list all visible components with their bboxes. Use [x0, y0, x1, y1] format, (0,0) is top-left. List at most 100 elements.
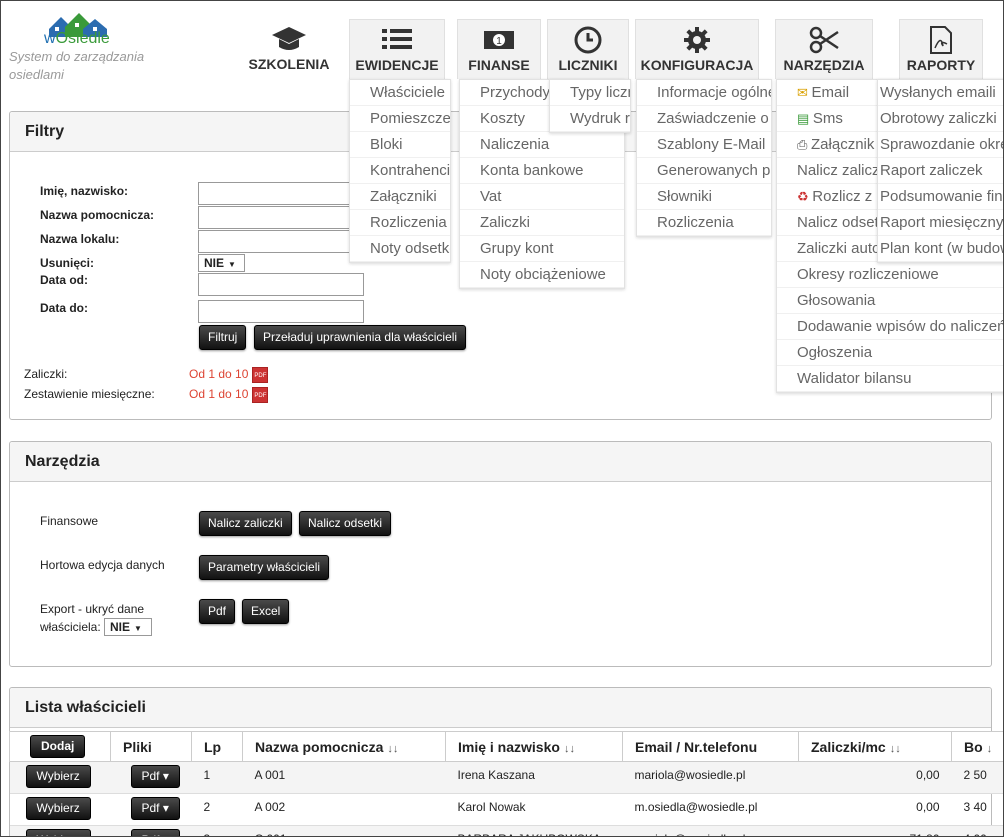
- sort-icon[interactable]: ↓↓: [564, 743, 575, 755]
- menu-item-ewidencje[interactable]: Noty odsetkowe: [350, 236, 450, 262]
- pdf-dropdown-button[interactable]: Pdf ▾: [130, 797, 180, 820]
- deleted-select[interactable]: NIE ▼: [198, 254, 245, 272]
- pdf-dropdown-button[interactable]: Pdf ▾: [130, 829, 180, 836]
- choose-button[interactable]: Wybierz: [25, 765, 91, 788]
- owners-table: Dodaj Pliki Lp Nazwa pomocnicza ↓↓ Imię i…: [9, 731, 1003, 836]
- menu-item-raporty[interactable]: Wysłanych emaili: [878, 80, 1003, 106]
- aux-name-input[interactable]: [198, 206, 364, 229]
- menu-item-label: Obrotowy zaliczki: [880, 110, 997, 127]
- name-input[interactable]: [198, 182, 364, 205]
- name-label: Imię, nazwisko:: [40, 184, 129, 198]
- nav-konfiguracja[interactable]: KONFIGURACJA: [635, 19, 759, 79]
- menu-item-raporty[interactable]: Raport miesięczny: [878, 210, 1004, 236]
- menu-item-raporty[interactable]: Raport zaliczek: [878, 158, 1003, 184]
- menu-item-finanse[interactable]: Vat: [460, 184, 624, 210]
- menu-item-narzedzia[interactable]: Walidator bilansu: [777, 366, 1003, 392]
- choose-button[interactable]: Wybierz: [25, 829, 91, 836]
- date-from-input[interactable]: [198, 273, 364, 296]
- email-cell: mariola@wosiedle.pl: [622, 825, 799, 836]
- pdf-dropdown-button[interactable]: Pdf ▾: [130, 765, 180, 788]
- menu-item-narzedzia[interactable]: Okresy rozliczeniowe: [777, 262, 1003, 288]
- nav-narzedzia[interactable]: NARZĘDZIA: [775, 19, 873, 79]
- date-from-label: Data od:: [40, 273, 88, 287]
- nav-liczniki[interactable]: LICZNIKI: [547, 19, 629, 79]
- menu-item-konfiguracja[interactable]: Informacje ogólne: [637, 80, 771, 106]
- lp-cell: 3: [191, 825, 243, 836]
- nav-szkolenia[interactable]: SZKOLENIA: [247, 19, 331, 79]
- tools-title: Narzędzia: [10, 442, 991, 482]
- name-header[interactable]: Imię i nazwisko ↓↓: [445, 731, 623, 762]
- unit-name-input[interactable]: [198, 230, 364, 253]
- menu-item-label: Email: [811, 84, 850, 101]
- menu-item-raporty[interactable]: Sprawozdanie okresowe: [878, 132, 1003, 158]
- menu-item-ewidencje[interactable]: Kontrahenci: [350, 158, 450, 184]
- sort-icon[interactable]: ↓↓: [387, 743, 398, 755]
- nav-ewidencje[interactable]: EWIDENCJE: [349, 19, 445, 79]
- menu-item-raporty[interactable]: Obrotowy zaliczki: [878, 106, 1003, 132]
- menu-item-finanse[interactable]: Naliczenia: [460, 132, 624, 158]
- menu-item-ewidencje[interactable]: Rozliczenia: [350, 210, 450, 236]
- calc-advances-button[interactable]: Nalicz zaliczki: [199, 511, 292, 536]
- lp-cell: 1: [191, 761, 243, 794]
- menu-item-label: Przychody: [480, 84, 551, 101]
- menu-item-liczniki[interactable]: Wydruk raportu: [550, 106, 630, 132]
- export-excel-button[interactable]: Excel: [242, 599, 290, 624]
- sort-icon[interactable]: ↓↓: [890, 743, 901, 755]
- menu-item-finanse[interactable]: Konta bankowe: [460, 158, 624, 184]
- monthly-pdf-link[interactable]: Od 1 do 10 PDF: [189, 387, 269, 403]
- financial-label: Finansowe: [40, 514, 99, 528]
- menu-item-raporty[interactable]: Podsumowanie finansowe: [878, 184, 1003, 210]
- menu-item-label: Sms: [812, 110, 843, 127]
- nav-raporty[interactable]: RAPORTY: [899, 19, 983, 79]
- menu-item-finanse[interactable]: Zaliczki: [460, 210, 624, 236]
- choose-button[interactable]: Wybierz: [25, 797, 91, 820]
- menu-item-finanse[interactable]: Grupy kont: [460, 236, 624, 262]
- menu-item-finanse[interactable]: Noty obciążeniowe: [460, 262, 624, 288]
- ewidencje-menu: Właściciele Pomieszczenia Bloki Kontrahenci…: [349, 79, 451, 263]
- calc-interest-button[interactable]: Nalicz odsetki: [299, 511, 392, 536]
- menu-item-ewidencje[interactable]: Bloki: [350, 132, 450, 158]
- menu-item-konfiguracja[interactable]: Generowanych plików: [637, 158, 771, 184]
- menu-item-narzedzia[interactable]: Ogłoszenia: [777, 340, 1003, 366]
- liczniki-menu: Typy liczników Wydruk raportu: [549, 79, 631, 133]
- date-to-input[interactable]: [198, 300, 364, 323]
- menu-item-label: Informacje ogólne: [657, 84, 771, 101]
- logo-text: wOsiedle: [44, 30, 110, 47]
- add-button[interactable]: Dodaj: [30, 735, 86, 758]
- menu-item-ewidencje[interactable]: Załączniki: [350, 184, 450, 210]
- menu-item-konfiguracja[interactable]: Słowniki: [637, 184, 771, 210]
- svg-text:1: 1: [496, 36, 502, 47]
- menu-item-narzedzia[interactable]: Głosowania: [777, 288, 1003, 314]
- menu-item-label: Pomieszczenia: [370, 110, 450, 127]
- menu-item-liczniki[interactable]: Typy liczników: [550, 80, 630, 106]
- pdf-document-icon: [930, 26, 952, 54]
- menu-item-konfiguracja[interactable]: Zaświadczenie o: [637, 106, 771, 132]
- menu-item-ewidencje[interactable]: Pomieszczenia: [350, 106, 450, 132]
- money-icon: 1: [484, 31, 514, 49]
- nav-finanse[interactable]: 1 FINANSE: [457, 19, 541, 79]
- sort-icon[interactable]: ↓: [987, 743, 993, 755]
- menu-item-label: Dodawanie wpisów do naliczeń: [797, 318, 1004, 335]
- advances-cell: 71,80: [798, 825, 952, 836]
- menu-item-label: Załączniki: [370, 188, 437, 205]
- menu-item-konfiguracja[interactable]: Rozliczenia: [637, 210, 771, 236]
- filter-button[interactable]: Filtruj: [199, 325, 247, 350]
- advances-pdf-link[interactable]: Od 1 do 10 PDF: [189, 367, 269, 383]
- pdf-icon: PDF: [252, 387, 269, 403]
- menu-item-raporty[interactable]: Plan kont (w budowie): [878, 236, 1003, 262]
- export-hide-select[interactable]: NIE ▼: [104, 618, 152, 636]
- aux-header[interactable]: Nazwa pomocnicza ↓↓: [242, 731, 446, 762]
- reload-permissions-button[interactable]: Przeładuj uprawnienia dla właścicieli: [254, 325, 467, 350]
- monthly-label: Zestawienie miesięczne:: [24, 387, 155, 401]
- menu-item-label: Raport miesięczny: [880, 214, 1004, 231]
- menu-item-narzedzia[interactable]: Dodawanie wpisów do naliczeń: [777, 314, 1004, 340]
- owner-params-button[interactable]: Parametry właścicieli: [199, 555, 330, 580]
- choose-cell: Wybierz: [9, 761, 111, 794]
- menu-item-konfiguracja[interactable]: Szablony E-Mail: [637, 132, 771, 158]
- bo-header[interactable]: Bo ↓: [951, 731, 1003, 762]
- menu-item-ewidencje[interactable]: Właściciele: [350, 80, 450, 106]
- export-pdf-button[interactable]: Pdf: [199, 599, 236, 624]
- advances-header[interactable]: Zaliczki/mc ↓↓: [798, 731, 952, 762]
- graduation-cap-icon: [272, 27, 306, 50]
- clock-icon: [574, 26, 602, 54]
